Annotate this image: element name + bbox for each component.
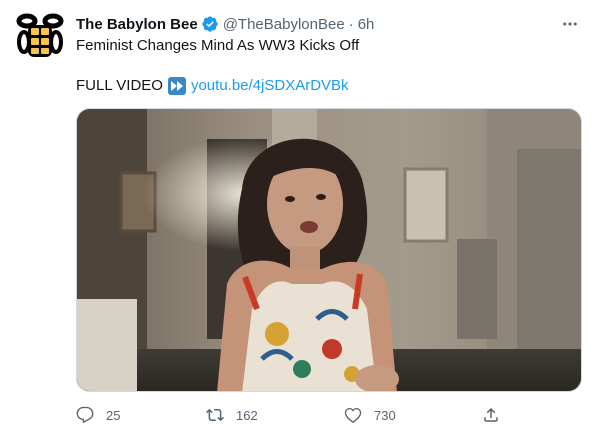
reply-icon (76, 406, 94, 424)
retweet-count: 162 (236, 407, 258, 423)
avatar[interactable] (16, 12, 64, 60)
full-video-label: FULL VIDEO (76, 77, 163, 94)
tweet[interactable]: The Babylon Bee @TheBabylonBee · 6h Femi… (0, 0, 598, 435)
tweet-headline: Feminist Changes Mind As WW3 Kicks Off (76, 37, 360, 54)
display-name[interactable]: The Babylon Bee (76, 16, 198, 33)
tweet-actions: 25 162 730 (76, 402, 506, 428)
reply-count: 25 (106, 407, 121, 423)
tweet-header: The Babylon Bee @TheBabylonBee · 6h (76, 13, 582, 35)
timestamp[interactable]: 6h (358, 16, 375, 33)
heart-icon (344, 407, 362, 424)
video-thumbnail[interactable] (76, 108, 582, 392)
verified-badge-icon (201, 15, 219, 33)
more-options-button[interactable] (558, 12, 582, 36)
video-frame-image (77, 109, 581, 391)
separator-dot: · (348, 15, 354, 33)
fast-forward-emoji-icon (167, 77, 186, 95)
like-button[interactable]: 730 (344, 402, 396, 428)
handle[interactable]: @TheBabylonBee (223, 16, 345, 33)
more-options-icon (563, 22, 577, 26)
video-link[interactable]: youtu.be/4jSDXArDVBk (191, 76, 349, 96)
like-count: 730 (374, 407, 396, 423)
retweet-icon (206, 408, 224, 422)
retweet-button[interactable]: 162 (206, 402, 258, 428)
bee-logo-icon (16, 13, 64, 57)
share-button[interactable] (482, 402, 500, 428)
reply-button[interactable]: 25 (76, 402, 120, 428)
tweet-link-line: FULL VIDEO youtu.be/4jSDXArDVBk (76, 76, 349, 96)
share-icon (484, 407, 498, 422)
